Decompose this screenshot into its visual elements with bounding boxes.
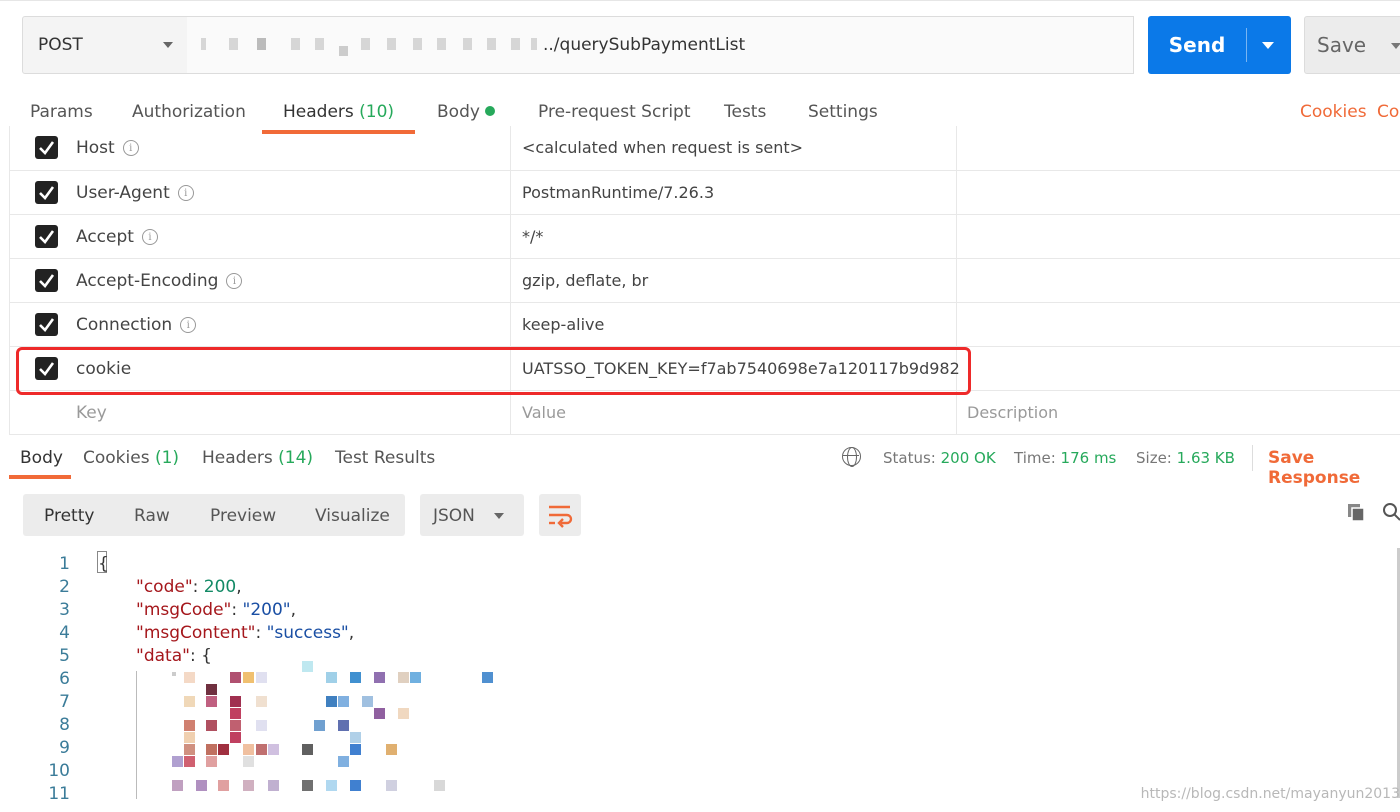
save-response-button[interactable]: Save Response (1268, 448, 1400, 488)
info-icon[interactable]: i (226, 273, 243, 289)
cookies-link[interactable]: Cookies (1300, 102, 1367, 122)
send-options-chevron-icon[interactable] (1262, 42, 1274, 49)
watermark: https://blog.csdn.net/mayanyun2013 (1140, 786, 1400, 802)
tab-authorization[interactable]: Authorization (132, 102, 246, 122)
time-info: Time: 176 ms (1014, 449, 1117, 467)
wrap-lines-button[interactable] (539, 494, 581, 536)
copy-icon[interactable] (1346, 503, 1366, 523)
line-number: 3 (59, 600, 70, 620)
line-number: 11 (48, 784, 70, 804)
table-row: Accept i */* (9, 215, 1400, 259)
wrap-icon (549, 505, 573, 528)
info-icon[interactable]: i (141, 229, 158, 245)
method-label: POST (38, 35, 83, 55)
url-text: ../querySubPaymentList (543, 35, 746, 55)
code-line: "msgCode": "200", (136, 600, 297, 620)
code-line: { (98, 554, 109, 574)
format-label: JSON (433, 506, 475, 526)
header-enabled-checkbox[interactable] (35, 313, 58, 336)
cookie-row-highlight (16, 347, 971, 395)
line-number: 10 (48, 761, 70, 781)
info-icon[interactable]: i (177, 185, 194, 201)
status-divider (1252, 445, 1253, 471)
table-row: User-Agent i PostmanRuntime/7.26.3 (9, 171, 1400, 215)
globe-icon[interactable] (842, 447, 861, 467)
code-line: "msgContent": "success", (136, 623, 355, 643)
line-number: 7 (59, 692, 70, 712)
header-enabled-checkbox[interactable] (35, 269, 58, 292)
header-value[interactable]: */* (522, 227, 543, 246)
chevron-down-icon (163, 42, 173, 48)
new-value-input[interactable]: Value (522, 403, 566, 422)
view-pretty[interactable]: Pretty (44, 506, 94, 526)
format-select[interactable]: JSON (420, 494, 524, 536)
status-info: Status: 200 OK (883, 449, 996, 467)
tab-params[interactable]: Params (30, 102, 93, 122)
header-value[interactable]: <calculated when request is sent> (522, 138, 803, 157)
table-row: Host i <calculated when request is sent> (9, 126, 1400, 171)
table-row: Connection i keep-alive (9, 303, 1400, 347)
header-key[interactable]: Connection i (76, 315, 197, 335)
header-enabled-checkbox[interactable] (35, 181, 58, 204)
tab-settings[interactable]: Settings (808, 102, 878, 122)
view-visualize[interactable]: Visualize (315, 506, 390, 526)
method-select[interactable]: POST (22, 16, 188, 74)
header-enabled-checkbox[interactable] (35, 225, 58, 248)
save-options-chevron-icon[interactable] (1391, 43, 1400, 49)
tab-headers[interactable]: Headers (10) (283, 102, 394, 122)
view-preview[interactable]: Preview (210, 506, 276, 526)
header-key[interactable]: User-Agent i (76, 183, 194, 203)
body-indicator-dot (484, 106, 495, 116)
new-key-input[interactable]: Key (76, 403, 107, 423)
response-tab-headers[interactable]: Headers (14) (202, 448, 313, 468)
header-value[interactable]: PostmanRuntime/7.26.3 (522, 183, 714, 202)
response-tab-body[interactable]: Body (20, 448, 63, 468)
line-number: 1 (59, 554, 70, 574)
header-key[interactable]: Host i (76, 138, 139, 158)
line-number: 6 (59, 669, 70, 689)
send-label: Send (1168, 33, 1226, 57)
header-enabled-checkbox[interactable] (35, 136, 58, 159)
info-icon[interactable]: i (180, 317, 197, 333)
save-label: Save (1317, 33, 1367, 57)
line-number: 9 (59, 738, 70, 758)
line-number: 4 (59, 623, 70, 643)
view-raw[interactable]: Raw (134, 506, 170, 526)
top-border (0, 0, 1400, 1)
response-tab-cookies[interactable]: Cookies (1) (83, 448, 179, 468)
tab-body[interactable]: Body (437, 102, 495, 122)
header-value[interactable]: keep-alive (522, 315, 604, 334)
header-key[interactable]: Accept i (76, 227, 158, 247)
line-number: 5 (59, 646, 70, 666)
header-key[interactable]: Accept-Encoding i (76, 271, 243, 291)
save-button[interactable]: Save (1304, 16, 1400, 74)
search-icon[interactable] (1382, 502, 1400, 522)
code-line: "code": 200, (136, 577, 242, 597)
redacted-url-prefix (201, 38, 541, 56)
table-row: Accept-Encoding i gzip, deflate, br (9, 259, 1400, 303)
new-description-input[interactable]: Description (967, 403, 1058, 422)
code-line: "data": { (136, 646, 212, 666)
indent-guide (136, 671, 137, 799)
table-row-new: Key Value Description (9, 391, 1400, 435)
info-icon[interactable]: i (122, 140, 139, 156)
tab-tests[interactable]: Tests (724, 102, 766, 122)
line-number: 2 (59, 577, 70, 597)
chevron-down-icon (494, 513, 504, 519)
view-mode-segment: Pretty Raw Preview Visualize (23, 494, 405, 536)
send-divider (1246, 28, 1247, 62)
send-button[interactable]: Send (1148, 16, 1291, 74)
url-input[interactable]: ../querySubPaymentList (187, 16, 1134, 74)
response-active-tab-underline (9, 475, 71, 479)
header-value[interactable]: gzip, deflate, br (522, 271, 648, 290)
response-tab-test-results[interactable]: Test Results (335, 448, 435, 468)
size-info: Size: 1.63 KB (1136, 449, 1235, 467)
line-number: 8 (59, 715, 70, 735)
tab-pre-request-script[interactable]: Pre-request Script (538, 102, 691, 122)
code-link[interactable]: Co (1377, 102, 1399, 122)
